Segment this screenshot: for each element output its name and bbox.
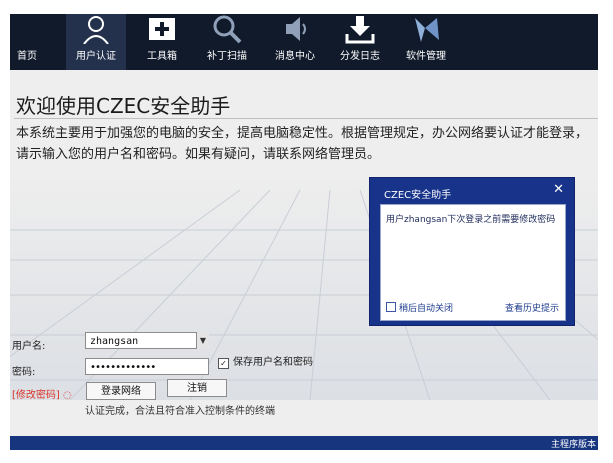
chevron-down-icon[interactable]: ▼ xyxy=(196,332,209,349)
toolbar-item-patch-scan[interactable]: 补丁扫描 xyxy=(203,14,251,70)
username-field[interactable]: zhangsan xyxy=(85,332,209,349)
popup-title: CZEC安全助手 xyxy=(384,190,452,201)
toolbar-item-message-center[interactable]: 消息中心 xyxy=(271,14,319,70)
main-panel: 欢迎使用CZEC安全助手 本系统主要用于加强您的电脑的安全，提高电脑稳定性。根据… xyxy=(10,70,598,450)
toolbar-item-label: 分发日志 xyxy=(340,51,380,62)
change-password-label: [修改密码] xyxy=(12,390,60,401)
toolbar-item-label: 工具箱 xyxy=(147,51,177,62)
speaker-icon xyxy=(286,17,306,41)
auth-status: 认证完成，合法且符合准入控制条件的终端 xyxy=(85,406,275,417)
auto-close-label: 稍后自动关闭 xyxy=(399,304,454,314)
toolbar-item-toolbox[interactable]: 工具箱 xyxy=(140,14,184,70)
close-icon[interactable]: ✕ xyxy=(553,182,564,197)
logout-button[interactable]: 注销 xyxy=(167,379,227,397)
password-label: 密码: xyxy=(12,367,36,378)
toolbar-item-home[interactable]: 首页 xyxy=(10,14,44,70)
history-link[interactable]: 查看历史提示 xyxy=(505,301,559,314)
page-description: 本系统主要用于加强您的电脑的安全，提高电脑稳定性。根据管理规定，办公网络要认证才… xyxy=(16,126,589,162)
toolbar-item-label: 首页 xyxy=(17,51,37,62)
version-label: 主程序版本 xyxy=(550,440,596,450)
password-value: ••••••••••••• xyxy=(90,362,156,373)
page-title: 欢迎使用CZEC安全助手 xyxy=(16,94,231,118)
toolbar-item-label: 消息中心 xyxy=(275,51,315,62)
user-icon xyxy=(83,16,109,44)
change-password-link[interactable]: [修改密码] ◌ xyxy=(12,386,72,401)
status-bar: 主程序版本 xyxy=(10,436,598,450)
title-divider xyxy=(14,118,598,119)
toolbar-item-user-auth[interactable]: 用户认证 xyxy=(66,14,126,70)
save-credentials-checkbox[interactable]: ✓ 保存用户名和密码 xyxy=(218,353,313,369)
toolbar-item-dist-log[interactable]: 分发日志 xyxy=(336,14,384,70)
toolbox-icon xyxy=(149,18,175,40)
auto-close-checkbox[interactable]: 稍后自动关闭 xyxy=(386,301,453,314)
popup-body: 用户zhangsan下次登录之前需要修改密码 稍后自动关闭 查看历史提示 xyxy=(380,204,566,321)
login-button[interactable]: 登录网络 xyxy=(86,382,156,400)
download-icon xyxy=(345,16,375,44)
toolbar-item-label: 用户认证 xyxy=(76,51,116,62)
toolbar-item-software[interactable]: 软件管理 xyxy=(402,14,450,70)
check-icon: ✓ xyxy=(218,358,229,369)
notification-popup: CZEC安全助手 ✕ 用户zhangsan下次登录之前需要修改密码 稍后自动关闭… xyxy=(369,177,575,326)
toolbar-item-label: 软件管理 xyxy=(406,51,446,62)
password-field[interactable]: ••••••••••••• xyxy=(85,358,209,375)
toolbar-item-label: 补丁扫描 xyxy=(207,51,247,62)
checkbox-box xyxy=(386,302,396,312)
save-credentials-label: 保存用户名和密码 xyxy=(233,357,313,368)
top-toolbar: 首页 用户认证 工具箱 补丁扫描 消息中心 分发日志 软件管理 xyxy=(10,14,598,70)
username-label: 用户名: xyxy=(12,341,46,352)
software-icon xyxy=(415,18,439,42)
popup-message: 用户zhangsan下次登录之前需要修改密码 xyxy=(386,215,556,225)
username-value: zhangsan xyxy=(90,336,139,347)
search-icon xyxy=(213,15,242,44)
